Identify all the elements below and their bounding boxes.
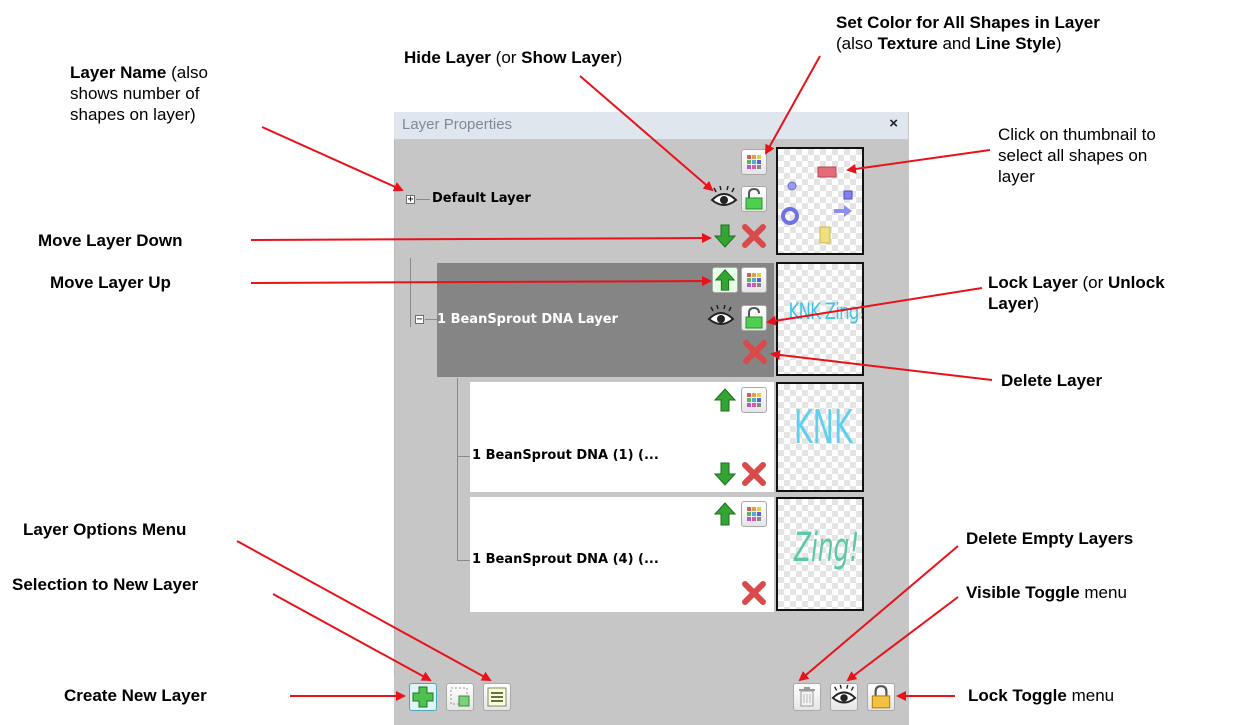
collapse-icon[interactable]: − <box>415 315 424 325</box>
delete-x-icon[interactable] <box>741 461 767 487</box>
thumbnail-text: KNK <box>793 400 853 454</box>
layer-thumbnail[interactable]: Zing! <box>776 497 864 611</box>
annotation-text: Click on thumbnail to <box>998 125 1156 144</box>
annotation-bold: Lock Toggle <box>968 686 1067 705</box>
panel-titlebar: Layer Properties × <box>394 112 908 140</box>
annotation-bold: Unlock <box>1108 273 1165 292</box>
expand-icon[interactable]: + <box>406 195 415 205</box>
annotation-text: menu <box>1066 686 1115 705</box>
annotation-bold: Set Color for All Shapes in Layer <box>836 13 1100 32</box>
tree-line <box>416 199 430 200</box>
trash-icon[interactable] <box>793 683 821 711</box>
annotation-bold: Line Style <box>975 34 1056 53</box>
annotation-bold: Hide Layer <box>404 48 491 67</box>
eye-icon[interactable] <box>710 185 738 212</box>
annotation-text: (also <box>166 63 208 82</box>
annotation-text: menu <box>1079 583 1127 602</box>
arrow-up-icon[interactable] <box>712 501 738 527</box>
delete-x-icon[interactable] <box>742 339 768 365</box>
annotation-bold: Layer Name <box>70 63 167 82</box>
arrow-layer-name <box>261 126 404 192</box>
annotation-bold: Move Layer Down <box>38 231 183 250</box>
eye-icon[interactable] <box>706 304 735 331</box>
lock-toggle-icon[interactable] <box>867 683 895 711</box>
annotation-layer-name: Layer Name (also shows number of shapes … <box>70 62 300 125</box>
annotation-bold: Selection to New Layer <box>12 575 199 594</box>
annotation-lock-toggle: Lock Toggle menu <box>968 685 1114 706</box>
color-grid-icon[interactable] <box>741 267 767 293</box>
annotation-set-color: Set Color for All Shapes in Layer (also … <box>836 12 1100 54</box>
delete-x-icon[interactable] <box>741 223 767 249</box>
annotation-move-up: Move Layer Up <box>50 272 171 293</box>
layer-options-icon[interactable] <box>483 683 511 711</box>
tree-line <box>457 378 458 561</box>
lock-open-icon[interactable] <box>741 186 767 212</box>
arrow-down-icon[interactable] <box>712 223 738 249</box>
close-icon[interactable]: × <box>889 115 898 132</box>
annotation-move-down: Move Layer Down <box>38 230 183 251</box>
thumbnail-text: Zing! <box>793 525 860 571</box>
annotation-delete-layer: Delete Layer <box>1001 370 1102 391</box>
annotation-text: (or <box>1077 273 1108 292</box>
annotation-bold: Lock Layer <box>988 273 1078 292</box>
tree-line <box>458 560 470 561</box>
tree-line <box>425 319 437 320</box>
thumbnail-text: KNK Zing! <box>788 300 864 325</box>
color-grid-icon[interactable] <box>741 149 767 175</box>
annotation-bold: Delete Empty Layers <box>966 529 1134 548</box>
annotation-thumbnail: Click on thumbnail to select all shapes … <box>998 124 1218 187</box>
arrow-down-icon[interactable] <box>712 461 738 487</box>
annotation-text: ) <box>1055 34 1062 53</box>
lock-open-icon[interactable] <box>741 305 767 331</box>
annotation-visible-toggle: Visible Toggle menu <box>966 582 1127 603</box>
annotation-text: ) <box>1033 294 1040 313</box>
annotation-text: shapes on layer) <box>70 105 196 124</box>
annotation-delete-empty: Delete Empty Layers <box>966 528 1133 549</box>
color-grid-icon[interactable] <box>741 387 767 413</box>
layer-thumbnail[interactable]: KNK Zing! <box>776 262 864 376</box>
annotation-bold: Create New Layer <box>64 686 207 705</box>
annotation-bold: Layer <box>988 294 1034 313</box>
annotation-text: layer <box>998 167 1035 186</box>
annotation-bold: Layer Options Menu <box>23 520 187 539</box>
annotation-selection-new: Selection to New Layer <box>12 574 198 595</box>
annotation-hide-layer: Hide Layer (or Show Layer) <box>404 47 622 68</box>
tree-line <box>458 456 470 457</box>
selection-to-layer-icon[interactable] <box>446 683 474 711</box>
arrow-up-icon[interactable] <box>712 387 738 413</box>
annotation-bold: Texture <box>877 34 938 53</box>
layer-name[interactable]: 1 BeanSprout DNA (4) (... <box>472 552 659 567</box>
annotation-text: shows number of <box>70 84 200 103</box>
annotation-lock-layer: Lock Layer (or Unlock Layer) <box>988 272 1165 314</box>
annotation-bold: Move Layer Up <box>50 273 171 292</box>
add-layer-icon[interactable] <box>409 683 437 711</box>
annotation-text: select all shapes on <box>998 146 1148 165</box>
annotation-layer-options: Layer Options Menu <box>23 519 186 540</box>
color-grid-icon[interactable] <box>741 501 767 527</box>
annotation-text: (or <box>490 48 522 67</box>
annotation-bold: Visible Toggle <box>966 583 1080 602</box>
layer-name[interactable]: 1 BeanSprout DNA (1) (... <box>472 448 659 463</box>
annotation-bold: Delete Layer <box>1001 371 1103 390</box>
annotation-text: and <box>937 34 976 53</box>
layer-name[interactable]: 1 BeanSprout DNA Layer <box>437 312 618 327</box>
annotation-text: ) <box>616 48 623 67</box>
panel-title: Layer Properties <box>402 116 513 133</box>
layer-name[interactable]: Default Layer <box>432 191 531 206</box>
annotation-text: (also <box>836 34 878 53</box>
annotation-create-new: Create New Layer <box>64 685 207 706</box>
eye-toggle-icon[interactable] <box>830 683 858 711</box>
delete-x-icon[interactable] <box>741 580 767 606</box>
annotation-bold: Show Layer <box>521 48 617 67</box>
layer-thumbnail[interactable]: KNK <box>776 382 864 492</box>
arrow-up-icon[interactable] <box>712 267 738 293</box>
layer-thumbnail[interactable] <box>776 147 864 255</box>
